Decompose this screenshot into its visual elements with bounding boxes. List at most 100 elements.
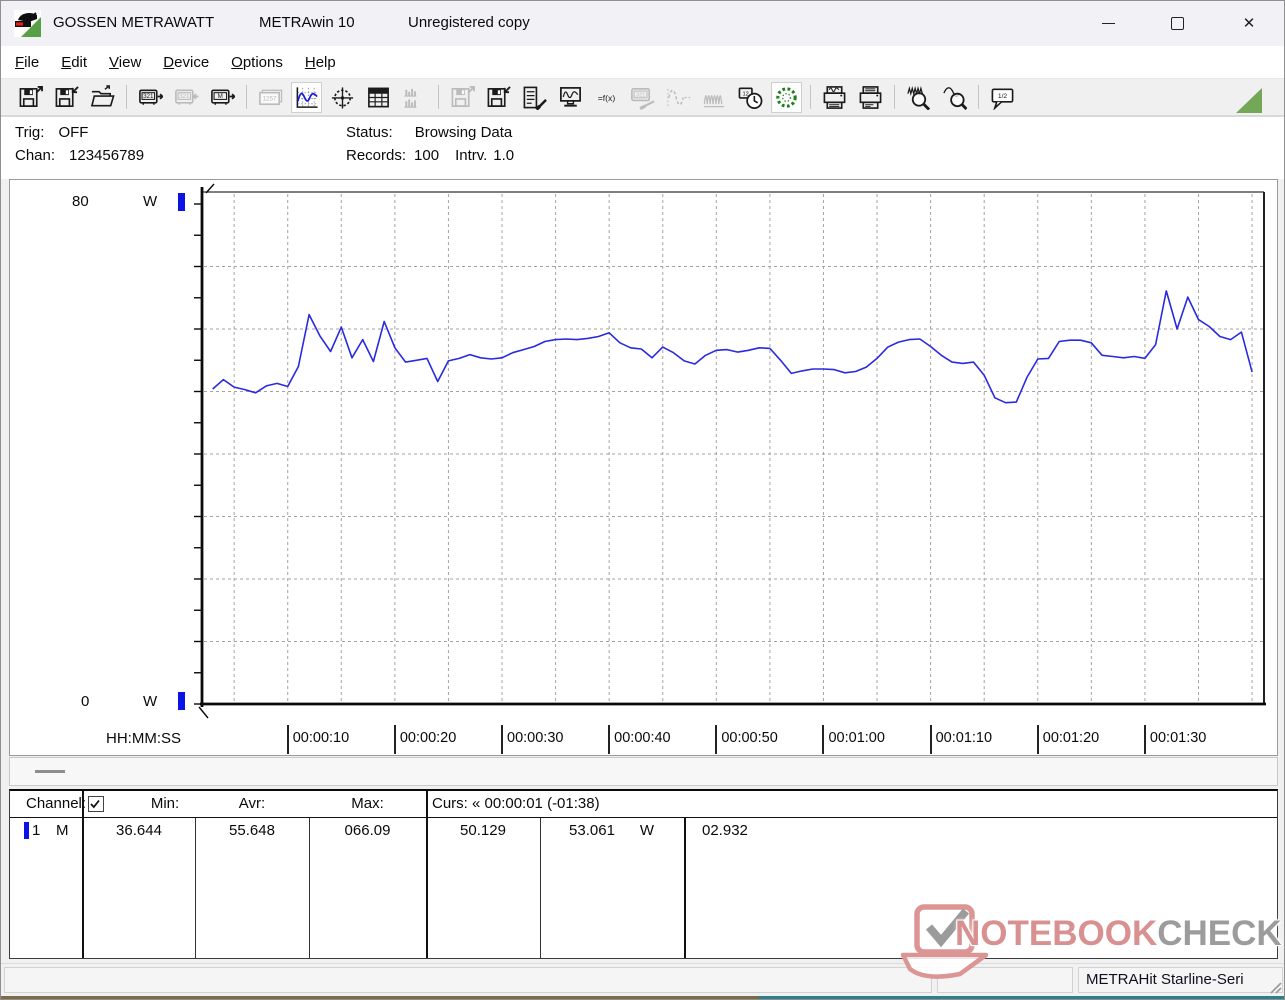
menu-file[interactable]: File (4, 54, 50, 71)
print-report-icon (858, 85, 883, 110)
svg-text:=f(x): =f(x) (598, 92, 616, 102)
title-bar: GOSSEN METRAWATT METRAwin 10 Unregistere… (1, 1, 1284, 46)
save-import-icon (54, 85, 79, 110)
interval-value: 1.0 (493, 147, 514, 164)
export-data-icon (450, 85, 475, 110)
toolbar-view-chart-button[interactable] (291, 82, 322, 113)
toolbar-print-chart-button[interactable] (819, 82, 850, 113)
svg-text:1257: 1257 (263, 95, 277, 102)
toolbar-channel-setup-button[interactable] (519, 82, 550, 113)
view-chart-icon (294, 85, 319, 110)
toolbar-zoom-expand-button[interactable] (939, 82, 970, 113)
toolbar-separator (894, 85, 895, 109)
svg-text:1/2: 1/2 (998, 92, 1008, 99)
trigger-value: OFF (58, 124, 88, 141)
toolbar-time-setup-button[interactable]: 12 (735, 82, 766, 113)
y-axis-unit-bottom: W (143, 693, 157, 710)
table-divider (309, 818, 310, 958)
records-value: 100 (414, 147, 439, 164)
store-data-icon (486, 85, 511, 110)
statusbar-device-name: METRAHit Starline-Seri (1078, 967, 1283, 993)
y-axis-min-label: 0 (81, 693, 89, 710)
x-tick-label: 00:00:20 (394, 725, 456, 754)
menu-view[interactable]: View (98, 54, 152, 71)
sample-wave-icon (702, 85, 727, 110)
statusbar-section-main (4, 967, 932, 993)
toolbar-view-scope-button[interactable] (327, 82, 358, 113)
x-axis-title: HH:MM:SS (106, 730, 181, 747)
row-channel-number: 1 (32, 822, 46, 839)
channel-statistics-table: Channel: Min: Avr: Max: Curs: « 00:00:01… (9, 789, 1278, 959)
channel-color-marker (24, 822, 29, 839)
toolbar-read-device-button[interactable]: 321 (135, 82, 166, 113)
toolbar-read-memory-button[interactable]: M (207, 82, 238, 113)
header-channel: Channel: (26, 795, 82, 812)
channel-visibility-checkbox[interactable] (88, 796, 104, 812)
menu-options[interactable]: Options (220, 54, 294, 71)
row-avr-value: 55.648 (197, 822, 307, 839)
x-tick-label: 00:01:00 (822, 725, 884, 754)
toolbar-export-data-button (447, 82, 478, 113)
toolbar-separator (978, 85, 979, 109)
toolbar-write-device-button: 321 (171, 82, 202, 113)
toolbar-save-export-button[interactable] (15, 82, 46, 113)
toolbar-trigger-wave-button (663, 82, 694, 113)
toolbar-monitor-setup-button[interactable] (555, 82, 586, 113)
menu-edit[interactable]: Edit (50, 54, 98, 71)
table-divider (195, 818, 196, 958)
toolbar-annotations-button[interactable]: 1/2 (987, 82, 1018, 113)
svg-text:321: 321 (143, 92, 154, 99)
title-app-name: GOSSEN METRAWATT (53, 14, 214, 31)
records-label: Records: (346, 147, 406, 164)
toolbar-formula-button[interactable]: =f(x) (591, 82, 622, 113)
channel-range-marker-bottom[interactable] (178, 692, 185, 710)
channel-setup-icon (522, 85, 547, 110)
formula-icon: =f(x) (594, 85, 619, 110)
x-tick-label: 00:00:40 (608, 725, 670, 754)
toolbar-live-record-button[interactable] (771, 82, 802, 113)
toolbar-view-bars-button (399, 82, 430, 113)
table-divider (540, 818, 541, 958)
view-table-icon (366, 85, 391, 110)
toolbar-separator (810, 85, 811, 109)
minimize-button[interactable] (1085, 1, 1131, 45)
toolbar-save-import-button[interactable] (51, 82, 82, 113)
chart-horizontal-scrollbar[interactable] (9, 757, 1278, 786)
live-record-icon (774, 85, 799, 110)
menu-help[interactable]: Help (294, 54, 347, 71)
resize-grip[interactable] (1268, 980, 1282, 994)
header-max: Max: (311, 795, 424, 812)
chart-panel[interactable]: 80 W 0 W HH:MM:SS 00:00:1000:00:2000:00:… (9, 179, 1278, 756)
monitor-setup-icon (558, 85, 583, 110)
row-cursor2-value: 53.061 (542, 822, 642, 839)
minimize-icon (1102, 23, 1115, 24)
view-scope-icon (330, 85, 355, 110)
maximize-button[interactable] (1154, 1, 1200, 45)
statusbar-section-middle (937, 967, 1073, 993)
x-tick-label: 00:01:30 (1144, 725, 1206, 754)
toolbar-print-report-button[interactable] (855, 82, 886, 113)
channel-range-marker-top[interactable] (178, 193, 185, 211)
zoom-expand-icon (942, 85, 967, 110)
view-bars-icon (402, 85, 427, 110)
toolbar-store-data-button[interactable] (483, 82, 514, 113)
toolbar-view-table-button[interactable] (363, 82, 394, 113)
power-line-chart (10, 180, 1277, 755)
channel-value: 123456789 (69, 147, 144, 164)
row-channel-mode: M (56, 822, 76, 839)
device-settings-icon: 321 (630, 85, 655, 110)
row-delta-value: 02.932 (702, 822, 792, 839)
row-min-value: 36.644 (84, 822, 194, 839)
close-button[interactable]: ✕ (1226, 1, 1272, 45)
channel-label: Chan: (15, 147, 55, 164)
header-avr: Avr: (197, 795, 307, 812)
menu-device[interactable]: Device (152, 54, 220, 71)
toolbar-zoom-compress-button[interactable] (903, 82, 934, 113)
print-chart-icon (822, 85, 847, 110)
row-cursor1-value: 50.129 (428, 822, 538, 839)
scrollbar-thumb[interactable] (35, 770, 65, 773)
toolbar-separator (246, 85, 247, 109)
toolbar-device-settings-button: 321 (627, 82, 658, 113)
status-label: Status: (346, 124, 393, 141)
toolbar-open-file-button[interactable] (87, 82, 118, 113)
